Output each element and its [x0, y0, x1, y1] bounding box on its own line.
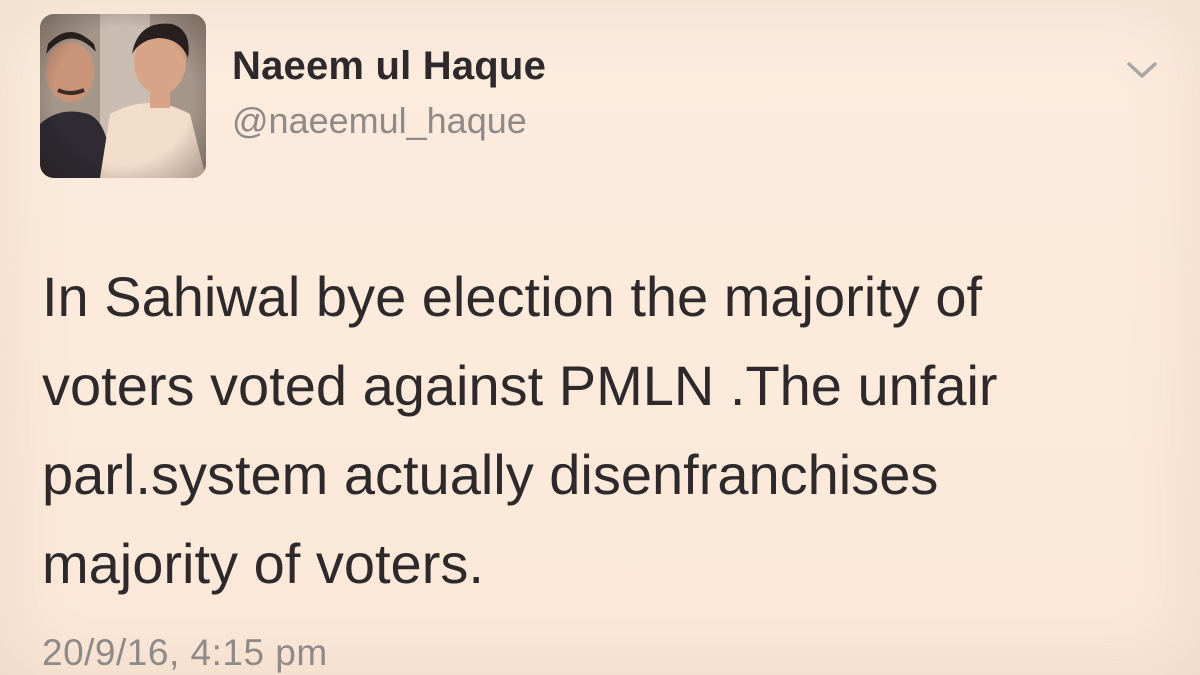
author-display-name[interactable]: Naeem ul Haque	[232, 44, 546, 89]
tweet-text-line: majority of voters.	[42, 532, 484, 595]
author-avatar[interactable]	[40, 14, 206, 178]
tweet-text-line: voters voted against PMLN .The unfair	[42, 354, 998, 417]
tweet-timestamp[interactable]: 20/9/16, 4:15 pm	[42, 632, 328, 674]
author-handle[interactable]: @naeemul_haque	[232, 100, 527, 142]
tweet-text-line: In Sahiwal bye election the majority of	[42, 265, 983, 328]
chevron-down-icon[interactable]	[1124, 56, 1160, 84]
tweet-text-line: parl.system actually disenfranchises	[42, 443, 939, 506]
tweet-card: Naeem ul Haque @naeemul_haque In Sahiwal…	[0, 0, 1200, 675]
tweet-text: In Sahiwal bye election the majority of …	[42, 252, 1182, 608]
profile-photo-icon	[40, 14, 206, 178]
